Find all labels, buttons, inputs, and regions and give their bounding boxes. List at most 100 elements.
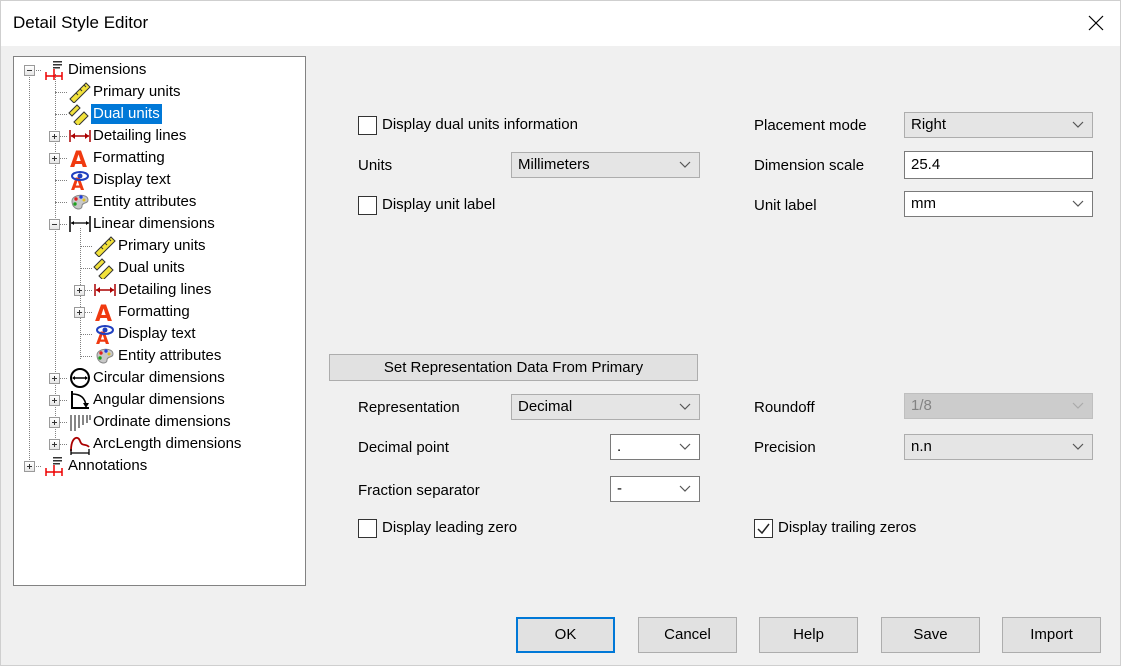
tree-item[interactable]: Display text [91, 169, 173, 191]
tree-item[interactable]: Primary units [91, 81, 183, 103]
chevron-down-icon [1072, 443, 1084, 450]
ordinate-dimension-icon [68, 411, 92, 433]
tree-guide-line [80, 356, 92, 357]
precision-select[interactable]: n.n [904, 434, 1093, 460]
decimal-point-select[interactable]: . [610, 434, 700, 460]
ruler-icon [93, 235, 117, 258]
tree-item[interactable]: Detailing lines [116, 279, 213, 301]
dimensions-icon [42, 59, 66, 81]
tree-item-label: Detailing lines [118, 281, 212, 298]
tree-item[interactable]: Display text [116, 323, 198, 345]
display-leading-zero-checkbox[interactable] [358, 519, 377, 538]
detailing-lines-icon [93, 279, 117, 301]
palette-icon [68, 191, 92, 213]
set-representation-from-primary-button[interactable]: Set Representation Data From Primary [329, 354, 698, 381]
display-dual-units-label: Display dual units information [382, 116, 578, 133]
title-bar: Detail Style Editor [1, 1, 1120, 46]
tree-item-label: ArcLength dimensions [93, 435, 242, 452]
tree-item-label: Angular dimensions [93, 391, 225, 408]
units-value: Millimeters [518, 156, 590, 173]
tree-item-label: Formatting [118, 303, 190, 320]
ok-button[interactable]: OK [516, 617, 615, 653]
tree-item-label: Entity attributes [118, 347, 222, 364]
expand-icon[interactable] [49, 153, 60, 164]
tree-item[interactable]: Primary units [116, 235, 208, 257]
tree-item[interactable]: Annotations [66, 455, 149, 477]
expand-icon[interactable] [74, 307, 85, 318]
expand-icon[interactable] [49, 373, 60, 384]
display-leading-zero-label: Display leading zero [382, 519, 518, 536]
annotations-icon [42, 455, 66, 477]
unit-label-label: Unit label [754, 197, 817, 214]
cancel-button[interactable]: Cancel [638, 617, 737, 653]
window-title: Detail Style Editor [13, 13, 149, 32]
expand-icon[interactable] [49, 439, 60, 450]
chevron-down-icon [679, 403, 691, 410]
placement-mode-value: Right [911, 116, 947, 133]
help-button[interactable]: Help [759, 617, 858, 653]
tree-item-label: Dual units [118, 259, 185, 276]
tree-item-label: Detailing lines [93, 127, 187, 144]
tree-item[interactable]: Angular dimensions [91, 389, 227, 411]
tree-item[interactable]: Entity attributes [116, 345, 223, 367]
linear-dimension-icon [68, 213, 92, 235]
unit-label-select[interactable]: mm [904, 191, 1093, 217]
expand-icon[interactable] [49, 417, 60, 428]
tree-item-label: Dimensions [68, 61, 147, 78]
save-button[interactable]: Save [881, 617, 980, 653]
display-trailing-zeros-checkbox[interactable] [754, 519, 773, 538]
collapse-icon[interactable] [49, 219, 60, 230]
import-button[interactable]: Import [1002, 617, 1101, 653]
expand-icon[interactable] [74, 285, 85, 296]
svg-text:A: A [95, 302, 112, 323]
placement-mode-select[interactable]: Right [904, 112, 1093, 138]
close-button[interactable] [1080, 7, 1112, 39]
tree-item[interactable]: Formatting [91, 147, 167, 169]
dual-ruler-icon [68, 103, 92, 127]
tree-item[interactable]: Dimensions [66, 59, 148, 81]
expand-icon[interactable] [49, 131, 60, 142]
expand-icon[interactable] [49, 395, 60, 406]
tree-item[interactable]: Detailing lines [91, 125, 188, 147]
dimension-scale-value: 25.4 [911, 156, 941, 173]
fraction-separator-label: Fraction separator [358, 482, 480, 499]
tree-item[interactable]: Dual units [91, 103, 162, 125]
tree-item-label: Display text [93, 171, 171, 188]
tree-item[interactable]: Circular dimensions [91, 367, 227, 389]
tree-item[interactable]: Dual units [116, 257, 187, 279]
display-trailing-zeros-label: Display trailing zeros [778, 519, 917, 536]
roundoff-value: 1/8 [911, 397, 932, 414]
display-unit-label-checkbox[interactable] [358, 196, 377, 215]
ruler-icon [68, 81, 92, 104]
tree-item-label: Formatting [93, 149, 165, 166]
chevron-down-icon [679, 161, 691, 168]
tree-item-label: Primary units [118, 237, 206, 254]
tree-guide-line [80, 268, 92, 269]
tree-item[interactable]: Formatting [116, 301, 192, 323]
tree-item-label: Primary units [93, 83, 181, 100]
palette-icon [93, 345, 117, 367]
collapse-icon[interactable] [24, 65, 35, 76]
tree-item[interactable]: Ordinate dimensions [91, 411, 233, 433]
expand-icon[interactable] [24, 461, 35, 472]
style-tree[interactable]: Dimensions Primary units Dual units Detaili… [13, 56, 306, 586]
dimension-scale-input[interactable]: 25.4 [904, 151, 1093, 179]
display-dual-units-checkbox[interactable] [358, 116, 377, 135]
tree-guide-line [55, 114, 67, 115]
tree-guide-line [55, 92, 67, 93]
roundoff-select[interactable]: 1/8 [904, 393, 1093, 419]
chevron-down-icon [679, 485, 691, 492]
tree-guide-line [55, 180, 67, 181]
tree-item-label: Linear dimensions [93, 215, 215, 232]
units-select[interactable]: Millimeters [511, 152, 700, 178]
roundoff-label: Roundoff [754, 399, 815, 416]
representation-label: Representation [358, 399, 460, 416]
representation-select[interactable]: Decimal [511, 394, 700, 420]
tree-item[interactable]: ArcLength dimensions [91, 433, 243, 455]
tree-item[interactable]: Linear dimensions [91, 213, 217, 235]
tree-item[interactable]: Entity attributes [91, 191, 198, 213]
tree-guide-line [55, 202, 67, 203]
tree-item-label: Annotations [68, 457, 148, 474]
decimal-point-label: Decimal point [358, 439, 449, 456]
fraction-separator-select[interactable]: - [610, 476, 700, 502]
